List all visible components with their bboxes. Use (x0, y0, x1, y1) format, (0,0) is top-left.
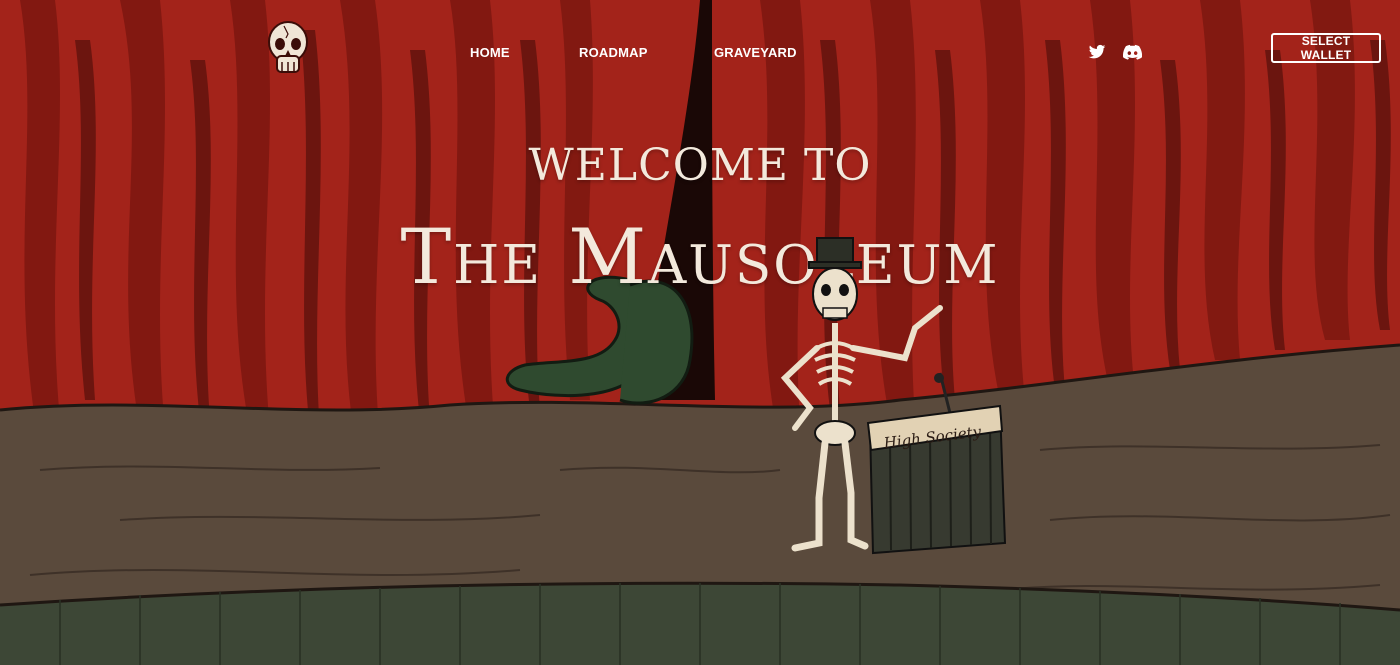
hero-subtitle: WELCOME TO (528, 140, 872, 191)
stage-scene: HOME ROADMAP GRAVEYARD SELECT WALLET WEL… (0, 0, 1400, 665)
discord-icon[interactable] (1123, 44, 1142, 60)
nav-roadmap[interactable]: ROADMAP (579, 45, 648, 60)
nav-home[interactable]: HOME (470, 45, 510, 60)
twitter-icon[interactable] (1088, 43, 1106, 61)
stage-background (0, 0, 1400, 665)
skeleton-host-icon: High Society (780, 237, 1007, 555)
hero-title: The Mausoleum (400, 212, 1000, 301)
skull-logo-icon[interactable] (266, 20, 310, 82)
nav-graveyard[interactable]: GRAVEYARD (714, 45, 797, 60)
select-wallet-button[interactable]: SELECT WALLET (1271, 33, 1381, 63)
